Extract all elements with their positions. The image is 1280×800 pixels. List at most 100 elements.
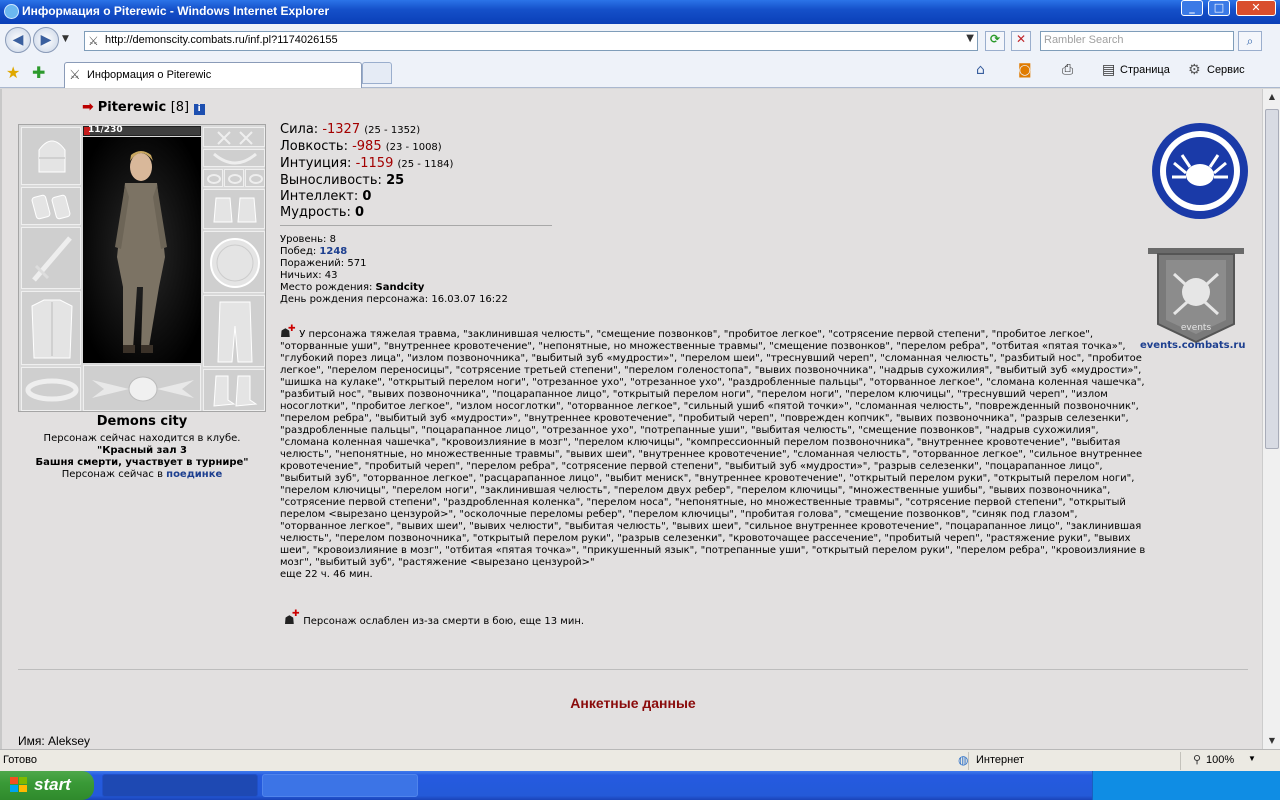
- location-line-1: Персонаж сейчас находится в клубе.: [43, 433, 241, 444]
- tools-gear-icon[interactable]: ⚙: [1188, 62, 1201, 78]
- add-favorites-icon[interactable]: ✚: [32, 63, 45, 82]
- zoom-level[interactable]: 100%: [1206, 754, 1234, 766]
- minimize-button[interactable]: _: [1181, 0, 1203, 16]
- character-portrait: [83, 137, 201, 363]
- tools-menu[interactable]: Сервис: [1207, 64, 1245, 76]
- bracers-slot[interactable]: [21, 187, 81, 225]
- stat-label: Сила:: [280, 122, 323, 137]
- ring-slot-2[interactable]: [224, 169, 244, 187]
- leggings-icon: [217, 301, 253, 363]
- stats-block: Сила: -1327 (25 - 1352) Ловкость: -985 (…: [280, 122, 453, 221]
- injury-text: У персонажа тяжелая травма, "заклинившая…: [280, 329, 1146, 568]
- start-button[interactable]: start: [0, 771, 94, 800]
- forward-button[interactable]: ▶: [33, 27, 59, 53]
- page-menu-icon[interactable]: ▤: [1102, 62, 1115, 78]
- weapon-slot[interactable]: [21, 227, 81, 289]
- window-title: Информация о Piterewic - Windows Interne…: [22, 4, 330, 18]
- duel-prefix: Персонаж сейчас в: [61, 469, 167, 480]
- injury-remaining: еще 22 ч. 46 мин.: [280, 569, 373, 580]
- maximize-button[interactable]: □: [1208, 0, 1230, 16]
- taskbar-item[interactable]: [262, 774, 418, 797]
- divider: [280, 225, 552, 226]
- tab-favicon: ⚔: [69, 67, 81, 82]
- gloves-slot[interactable]: [203, 189, 265, 229]
- back-button[interactable]: ◀: [5, 27, 31, 53]
- globe-icon: ◍: [958, 753, 969, 767]
- gloves-icon: [213, 197, 257, 223]
- zoom-dropdown-icon[interactable]: ▼: [1248, 754, 1256, 763]
- birthplace-value: Sandcity: [375, 282, 425, 293]
- weakened-icon: ☗ ✚: [284, 609, 300, 627]
- home-icon[interactable]: ⌂: [976, 62, 985, 78]
- new-tab-button[interactable]: [362, 62, 392, 84]
- meta-draws: Ничьих: 43: [280, 270, 338, 281]
- character-name: Piterewic: [97, 100, 167, 115]
- scroll-up-icon[interactable]: ▲: [1264, 89, 1280, 105]
- print-icon[interactable]: ⎙: [1062, 62, 1073, 78]
- city-name: Demons city: [96, 414, 188, 429]
- belt-icon: [25, 378, 79, 402]
- stat-row: Ловкость: -985 (23 - 1008): [280, 139, 453, 156]
- stat-range: (25 - 1352): [364, 125, 421, 136]
- events-banner-icon[interactable]: events: [1144, 244, 1248, 344]
- profile-section-title: Анкетные данные: [570, 695, 696, 711]
- page-menu[interactable]: Страница: [1120, 64, 1170, 76]
- scroll-down-icon[interactable]: ▼: [1264, 733, 1280, 749]
- stat-label: Ловкость:: [280, 139, 353, 154]
- security-zone[interactable]: Интернет: [976, 754, 1024, 766]
- search-button[interactable]: ⌕: [1238, 31, 1262, 51]
- boots-slot[interactable]: [203, 369, 265, 411]
- stop-button[interactable]: ✕: [1011, 31, 1031, 51]
- system-tray: [1092, 771, 1280, 800]
- windows-taskbar: start: [0, 771, 1280, 800]
- meta-losses: Поражений: 571: [280, 258, 367, 269]
- meta-birthplace: Место рождения: Sandcity: [280, 282, 508, 294]
- location-line-3: Башня смерти, участвует в турнире": [35, 457, 249, 468]
- taskbar-item[interactable]: [102, 774, 258, 797]
- stat-value: -1327: [322, 122, 361, 137]
- armor-icon: [31, 299, 73, 359]
- wins-value[interactable]: 1248: [319, 246, 347, 257]
- injury-icon: ☗ ✚: [280, 324, 296, 340]
- vertical-scrollbar[interactable]: ▲ ▼: [1262, 89, 1280, 749]
- location-info: Персонаж сейчас находится в клубе. "Крас…: [18, 433, 266, 481]
- shield-slot[interactable]: [203, 231, 265, 293]
- emblem-slot[interactable]: [83, 365, 201, 411]
- close-button[interactable]: ✕: [1236, 0, 1276, 16]
- armor-slot[interactable]: [21, 291, 81, 365]
- events-link[interactable]: events.combats.ru: [1140, 340, 1245, 351]
- earrings-slot[interactable]: [203, 127, 265, 147]
- profile-name: Имя: Aleksey: [18, 734, 91, 748]
- favorites-star-icon[interactable]: ★: [6, 63, 20, 82]
- address-dropdown-icon[interactable]: ▼: [966, 33, 974, 44]
- url-text[interactable]: http://demonscity.combats.ru/inf.pl?1174…: [105, 34, 338, 46]
- helmet-slot[interactable]: [21, 127, 81, 185]
- ring-icon: [207, 174, 221, 184]
- refresh-button[interactable]: ⟳: [985, 31, 1005, 51]
- ring-slot-3[interactable]: [245, 169, 265, 187]
- meta-level: Уровень: 8: [280, 234, 336, 245]
- stat-label: Интуиция:: [280, 156, 356, 171]
- stat-range: (23 - 1008): [385, 142, 442, 153]
- ring-slot-1[interactable]: [203, 169, 223, 187]
- ie-app-icon: [4, 4, 19, 19]
- tab-active[interactable]: ⚔ Информация о Piterewic: [64, 62, 362, 88]
- stat-value: -1159: [355, 156, 394, 171]
- weakened-text: Персонаж ослаблен из-за смерти в бою, ещ…: [303, 616, 585, 627]
- info-icon[interactable]: i: [193, 104, 205, 115]
- necklace-slot[interactable]: [203, 149, 265, 167]
- navigation-bar: ◀ ▶ ▼ ⚔ http://demonscity.combats.ru/inf…: [0, 24, 1280, 58]
- address-bar[interactable]: ⚔ http://demonscity.combats.ru/inf.pl?11…: [84, 31, 978, 51]
- site-favicon: ⚔: [88, 34, 99, 48]
- belt-slot[interactable]: [21, 367, 81, 411]
- sword-icon: [32, 236, 72, 282]
- rss-feed-icon[interactable]: ◙: [1018, 62, 1032, 78]
- scrollbar-thumb[interactable]: [1265, 109, 1279, 449]
- clan-emblem-icon[interactable]: [1150, 121, 1250, 221]
- duel-link[interactable]: поединке: [166, 469, 222, 480]
- search-input[interactable]: Rambler Search: [1040, 31, 1234, 51]
- history-dropdown-icon[interactable]: ▼: [62, 34, 69, 44]
- tab-bar: ★ ✚ ⚔ Информация о Piterewic ⌂ ◙ ⎙ ▤ Стр…: [0, 58, 1280, 88]
- leggings-slot[interactable]: [203, 295, 265, 367]
- injury-block: ☗ ✚ У персонажа тяжелая травма, "заклинив…: [280, 324, 1146, 581]
